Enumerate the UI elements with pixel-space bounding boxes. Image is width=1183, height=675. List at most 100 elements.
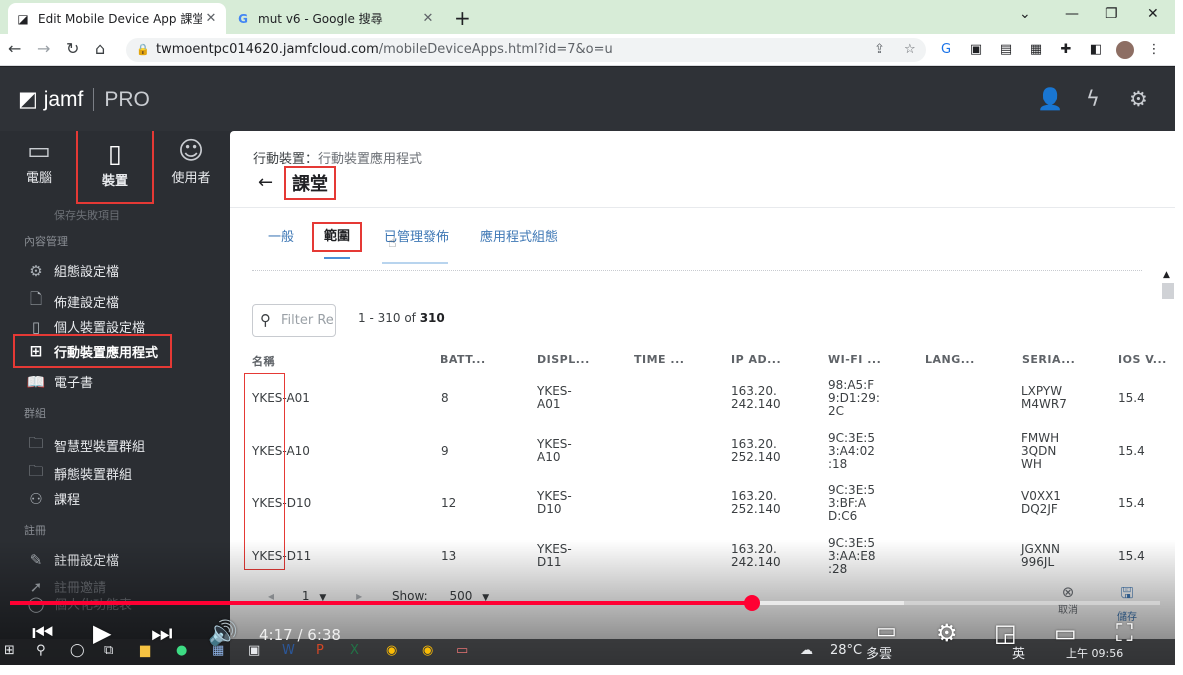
extension-icon[interactable]: ▤ (998, 42, 1014, 58)
col-header-language[interactable]: LANG... (925, 353, 975, 366)
logo-text: jamf (43, 88, 84, 111)
browser-tab-jamf[interactable]: ◪ Edit Mobile Device App 課堂** ✕ (8, 3, 226, 34)
topnav-computers[interactable]: ▭ 電腦 (0, 131, 78, 203)
clipped-row-divider (252, 265, 1142, 271)
cell-serial: V0XX1 DQ2JF (1021, 489, 1061, 516)
close-tab-icon[interactable]: ✕ (419, 11, 437, 26)
send-icon: ➚ (29, 577, 43, 596)
sidebar-item-provisioning-profiles[interactable]: 🗋 佈建設定檔 (26, 289, 119, 314)
address-bar[interactable]: 🔒 twmoentpc014620.jamfcloud.com/mobileDe… (126, 38, 926, 62)
word-icon: W (282, 643, 295, 658)
back-icon[interactable]: ← (8, 39, 21, 58)
browser-tab-google[interactable]: G mut v6 - Google 搜尋 ✕ (228, 3, 443, 34)
jamf-logo[interactable]: ◩ jamf PRO (18, 87, 150, 112)
home-icon[interactable]: ⌂ (95, 39, 105, 58)
reload-icon[interactable]: ↻ (66, 39, 79, 58)
topnav-users[interactable]: ☺ 使用者 (152, 131, 230, 203)
col-header-ip-address[interactable]: IP AD... (731, 353, 781, 366)
translate-extension-icon[interactable]: G (938, 42, 954, 58)
video-scrubber-knob[interactable] (743, 595, 760, 611)
breadcrumb-parent[interactable]: 行動裝置 (253, 152, 305, 167)
cell-wifi: 9C:3E:5 3:AA:E8:28 (828, 536, 876, 576)
tab-general[interactable]: 一般 (268, 226, 294, 245)
tab-scope[interactable]: 範圍 (312, 222, 362, 259)
video-settings-gear-icon[interactable]: ⚙ (936, 619, 958, 647)
sidebar-item-label: 註冊設定檔 (54, 554, 120, 569)
col-header-time[interactable]: TIME ... (634, 353, 684, 366)
taskbar-clock: 上午 09:56 (1066, 647, 1124, 660)
col-header-ios-version[interactable]: IOS V... (1118, 353, 1167, 366)
new-tab-button[interactable]: + (454, 6, 471, 30)
mouse-cursor-icon: ☝ (388, 235, 397, 251)
book-icon: 📖 (26, 372, 46, 391)
settings-gear-icon[interactable]: ⚙ (1129, 87, 1148, 111)
topnav-devices[interactable]: ▯ 裝置 (76, 131, 154, 204)
scrollbar-thumb[interactable] (1162, 283, 1174, 299)
cell-serial: JGXNN 996JL (1021, 542, 1061, 569)
search-icon: ⚲ (260, 311, 271, 329)
notifications-bolt-icon[interactable]: ϟ (1086, 87, 1100, 111)
volume-icon[interactable]: 🔊 (208, 619, 238, 647)
sidebar-item-label: 佈建設定檔 (54, 296, 120, 311)
theater-mode-icon[interactable]: ▭ (1054, 619, 1077, 647)
restore-button[interactable]: ❐ (1105, 6, 1118, 22)
back-arrow-icon[interactable]: ← (258, 172, 273, 193)
bookmark-star-icon[interactable]: ☆ (904, 38, 916, 62)
col-header-display-name[interactable]: DISPL... (537, 353, 590, 366)
section-enrollment: 註冊 (24, 524, 46, 537)
sidebar-item-config-profiles[interactable]: ⚙ 組態設定檔 (26, 261, 119, 281)
folder-icon: 🗀 (28, 462, 44, 480)
weather-cloud-icon: ☁ (800, 643, 813, 658)
taskbar-app-icon: ▣ (248, 643, 261, 658)
col-header-name[interactable]: 名稱 (252, 353, 275, 369)
app-store-icon: ⊞ (29, 342, 43, 360)
col-header-serial[interactable]: SERIA... (1022, 353, 1075, 366)
profile-avatar[interactable] (1116, 41, 1134, 59)
cell-ip: 163.20. 242.140 (731, 542, 781, 569)
time-current: 4:17 (259, 626, 293, 644)
filter-input[interactable]: ⚲ Filter Re (252, 304, 336, 337)
close-window-button[interactable]: ✕ (1147, 6, 1159, 22)
count-range: 1 - 310 of (358, 311, 420, 325)
col-header-wifi[interactable]: WI-FI ... (828, 353, 881, 366)
scroll-up-arrow-icon[interactable]: ▲ (1163, 270, 1170, 280)
browser-menu-icon[interactable]: ⋮ (1146, 42, 1162, 58)
col-header-battery[interactable]: BATT... (440, 353, 486, 366)
miniplayer-icon[interactable]: ◲ (994, 619, 1017, 647)
qr-extension-icon[interactable]: ▦ (1028, 42, 1044, 58)
jamf-icon: ◪ (17, 11, 29, 26)
fullscreen-icon[interactable]: ⛶ (1116, 619, 1133, 647)
tab-app-config[interactable]: 應用程式組態 (480, 226, 558, 245)
next-video-icon[interactable]: ⏭ (151, 619, 173, 647)
breadcrumb-current[interactable]: 行動裝置應用程式 (318, 152, 422, 167)
sidebar-item-ebooks[interactable]: 📖 電子書 (26, 372, 93, 392)
name-column-highlight (244, 373, 285, 570)
tab-title: mut v6 - Google 搜尋 (258, 12, 383, 26)
subtitles-icon[interactable]: ▭ (876, 619, 897, 644)
puzzle-extensions-icon[interactable]: ✚ (1058, 42, 1074, 58)
cell-serial: FMWH 3QDN WH (1021, 431, 1060, 471)
close-tab-icon[interactable]: ✕ (202, 11, 220, 26)
sidebar-item-enrollment-profiles[interactable]: ✎ 註冊設定檔 (26, 550, 120, 570)
share-icon[interactable]: ⇪ (874, 38, 885, 62)
jamf-app: ◩ jamf PRO 👤 ϟ ⚙ ▭ 電腦 ▯ 裝置 ☺ 使用者 保存失敗項目 內… (0, 67, 1175, 665)
tab-hover-underline (382, 262, 448, 264)
account-icon[interactable]: 👤 (1037, 87, 1063, 112)
sidebar-item-smart-groups[interactable]: 🗀 智慧型裝置群組 (26, 433, 145, 458)
forward-icon[interactable]: → (37, 39, 50, 58)
header-divider (230, 207, 1175, 208)
chrome-icon: ◉ (422, 643, 434, 658)
play-icon[interactable]: ▶ (93, 619, 111, 647)
tab-search-icon[interactable]: ⌄ (1019, 6, 1031, 22)
cell-battery: 13 (441, 549, 457, 563)
tab-scope-underline (324, 257, 350, 259)
sidebar-item-classes[interactable]: ⚇ 課程 (26, 489, 80, 509)
sidepanel-icon[interactable]: ◧ (1088, 42, 1104, 58)
sidebar-item-static-groups[interactable]: 🗀 靜態裝置群組 (26, 461, 132, 486)
cancel-button[interactable]: ⊗ 取消 (1048, 583, 1088, 616)
previous-video-icon[interactable]: ⏮ (32, 619, 54, 647)
screenshot-extension-icon[interactable]: ▣ (968, 42, 984, 58)
cell-display-name: YKES- D11 (537, 542, 572, 569)
minimize-button[interactable]: — (1065, 6, 1079, 22)
sidebar-item-mobile-device-apps[interactable]: ⊞ 行動裝置應用程式 (13, 334, 172, 368)
